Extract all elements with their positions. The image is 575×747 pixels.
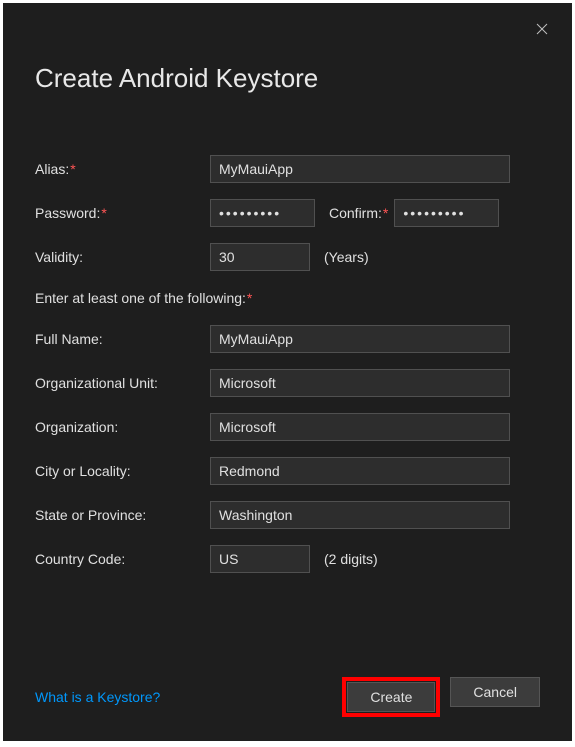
country-input[interactable] <box>210 545 310 573</box>
validity-suffix: (Years) <box>324 249 369 265</box>
section-label: Enter at least one of the following:* <box>35 290 540 306</box>
fullname-label: Full Name: <box>35 331 210 347</box>
orgunit-input[interactable] <box>210 369 510 397</box>
required-marker: * <box>383 205 388 221</box>
state-label: State or Province: <box>35 507 210 523</box>
country-suffix: (2 digits) <box>324 551 378 567</box>
alias-label: Alias:* <box>35 161 210 177</box>
create-button[interactable]: Create <box>347 682 435 712</box>
org-input[interactable] <box>210 413 510 441</box>
fullname-input[interactable] <box>210 325 510 353</box>
alias-input[interactable] <box>210 155 510 183</box>
close-icon <box>536 23 548 35</box>
city-label: City or Locality: <box>35 463 210 479</box>
state-input[interactable] <box>210 501 510 529</box>
dialog-footer: What is a Keystore? Create Cancel <box>35 677 540 717</box>
create-keystore-dialog: Create Android Keystore Alias:* Password… <box>3 3 572 741</box>
password-label: Password:* <box>35 205 210 221</box>
close-button[interactable] <box>530 17 554 41</box>
required-marker: * <box>70 161 75 177</box>
password-input[interactable] <box>210 199 315 227</box>
confirm-label: Confirm:* <box>329 205 388 221</box>
validity-input[interactable] <box>210 243 310 271</box>
validity-label: Validity: <box>35 249 210 265</box>
cancel-button[interactable]: Cancel <box>450 677 540 707</box>
orgunit-label: Organizational Unit: <box>35 375 210 391</box>
country-label: Country Code: <box>35 551 210 567</box>
button-group: Create Cancel <box>342 677 540 717</box>
required-marker: * <box>101 205 106 221</box>
help-link[interactable]: What is a Keystore? <box>35 689 160 705</box>
confirm-input[interactable] <box>394 199 499 227</box>
dialog-title: Create Android Keystore <box>35 63 540 94</box>
org-label: Organization: <box>35 419 210 435</box>
city-input[interactable] <box>210 457 510 485</box>
create-button-highlight: Create <box>342 677 440 717</box>
required-marker: * <box>247 290 252 306</box>
